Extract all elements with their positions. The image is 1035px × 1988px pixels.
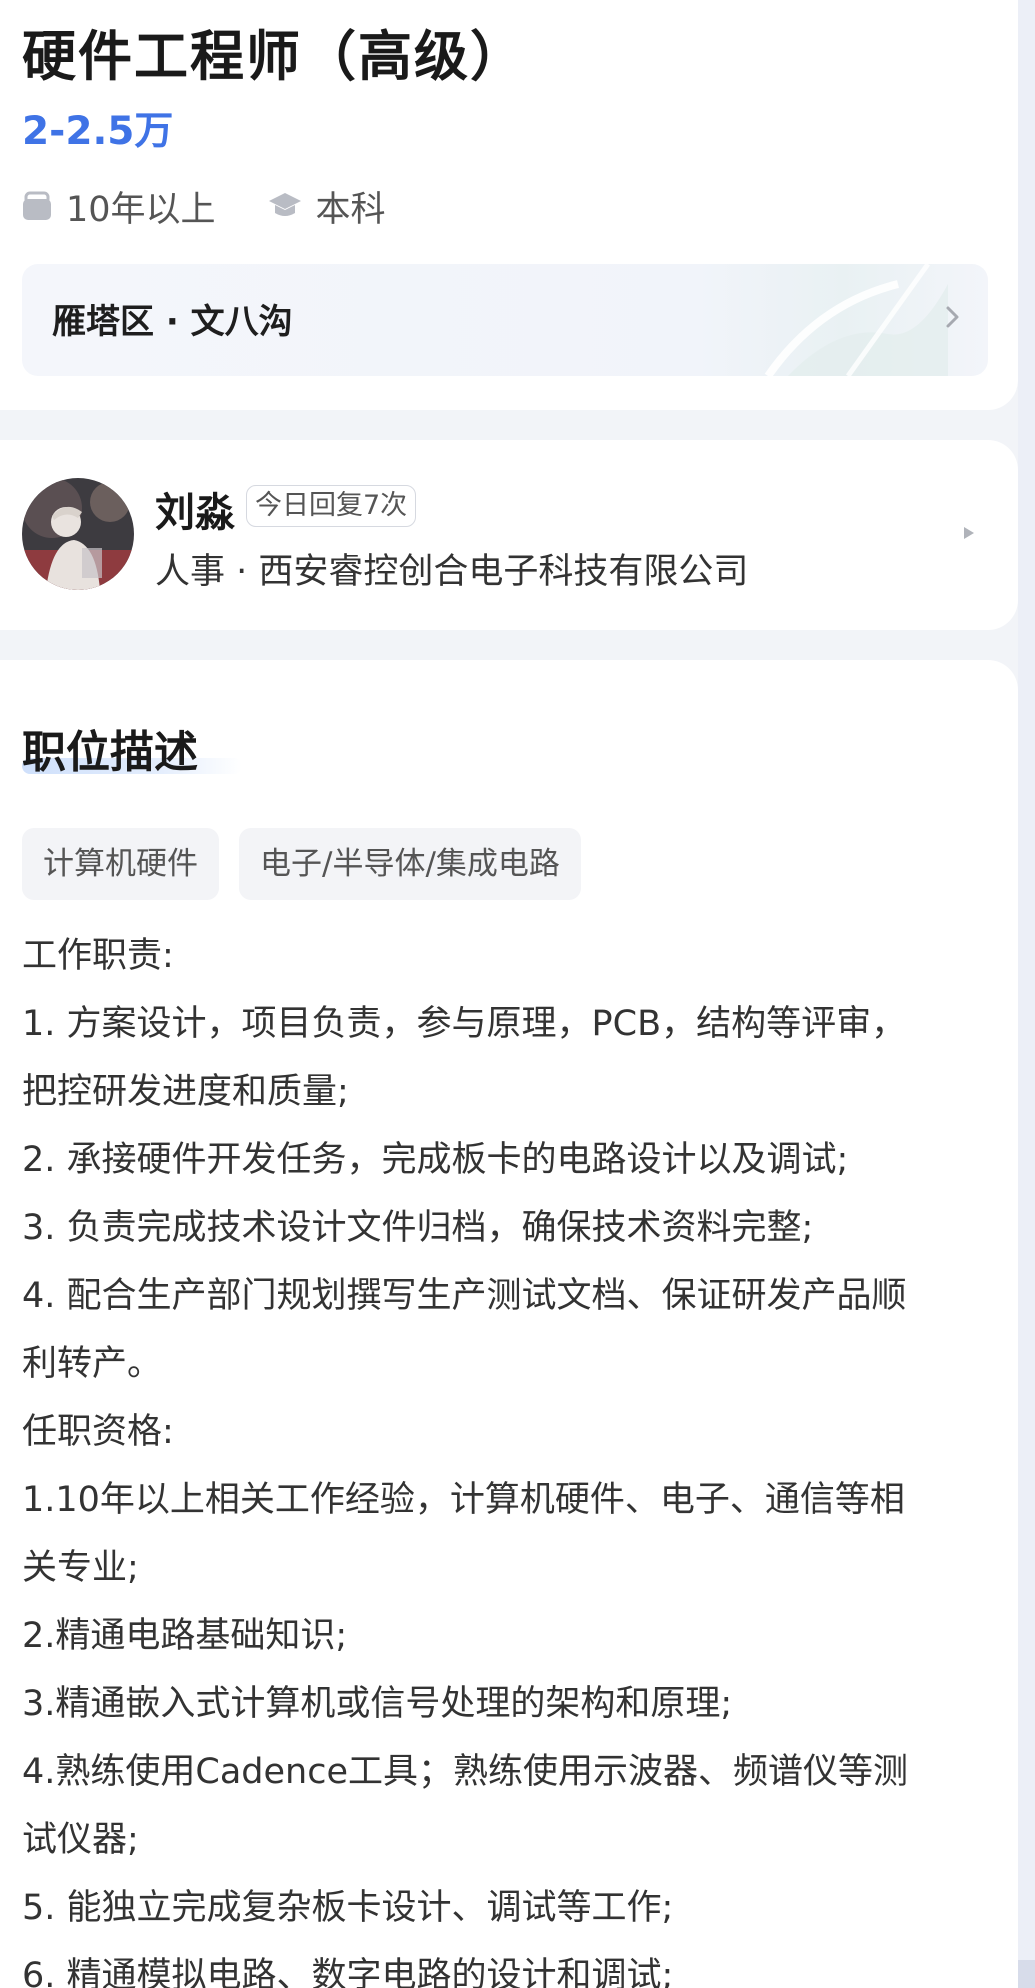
graduation-cap-icon	[268, 193, 301, 216]
description-line: 2. 承接硬件开发任务，完成板卡的电路设计以及调试;	[22, 1140, 849, 1180]
job-title: 硬件工程师（高级）	[22, 25, 526, 88]
salary: 2-2.5万	[22, 109, 174, 154]
category-tags: 计算机硬件 电子/半导体/集成电路	[22, 828, 601, 900]
triangle-right-icon[interactable]	[962, 524, 976, 542]
description-line: 把控研发进度和质量;	[22, 1072, 349, 1112]
description-line: 3. 负责完成技术设计文件归档，确保技术资料完整;	[22, 1208, 814, 1248]
description-line: 2.精通电路基础知识;	[22, 1616, 348, 1656]
location-map-button[interactable]: 雁塔区 · 文八沟	[22, 264, 988, 376]
requirements-row: 10年以上 本科	[22, 182, 438, 230]
scroll-edge-bottom	[1018, 1960, 1035, 1988]
recruiter-avatar[interactable]	[22, 478, 134, 590]
location-text: 雁塔区 · 文八沟	[52, 302, 293, 342]
recruiter-card[interactable]	[0, 440, 1018, 630]
experience-text: 10年以上	[66, 189, 216, 230]
chevron-right-icon	[946, 306, 959, 328]
description-line: 3.精通嵌入式计算机或信号处理的架构和原理;	[22, 1684, 733, 1724]
job-detail-page: 硬件工程师（高级） 2-2.5万 10年以上 本科 雁塔区 · 文八沟 刘淼 今…	[0, 0, 1035, 1988]
education-requirement: 本科	[268, 181, 386, 232]
briefcase-icon	[23, 191, 51, 220]
recruiter-name: 刘淼	[155, 490, 235, 536]
map-decoration	[764, 264, 948, 376]
description-line: 1. 方案设计，项目负责，参与原理，PCB，结构等评审，	[22, 1004, 907, 1044]
section-title: 职位描述	[22, 727, 198, 778]
description-line: 4. 配合生产部门规划撰写生产测试文档、保证研发产品顺	[22, 1276, 907, 1316]
description-line: 6. 精通模拟电路、数字电路的设计和调试;	[22, 1956, 674, 1988]
category-tag: 电子/半导体/集成电路	[239, 828, 581, 900]
scroll-edge	[1018, 0, 1035, 1988]
experience-requirement: 10年以上	[22, 181, 216, 232]
category-tag: 计算机硬件	[22, 828, 219, 900]
recruiter-company: 人事 · 西安睿控创合电子科技有限公司	[155, 552, 749, 592]
reply-count-badge: 今日回复7次	[246, 485, 417, 527]
description-line: 工作职责:	[22, 936, 174, 976]
education-text: 本科	[315, 189, 386, 230]
description-line: 4.熟练使用Cadence工具；熟练使用示波器、频谱仪等测	[22, 1752, 908, 1792]
description-line: 任职资格:	[22, 1412, 174, 1452]
description-line: 关专业;	[22, 1548, 139, 1588]
description-line: 试仪器;	[22, 1820, 139, 1860]
description-line: 利转产。	[22, 1344, 163, 1384]
description-line: 1.10年以上相关工作经验，计算机硬件、电子、通信等相	[22, 1480, 905, 1520]
description-text: 工作职责: 1. 方案设计，项目负责，参与原理，PCB，结构等评审， 把控研发进…	[22, 928, 997, 1988]
description-line: 5. 能独立完成复杂板卡设计、调试等工作;	[22, 1888, 674, 1928]
